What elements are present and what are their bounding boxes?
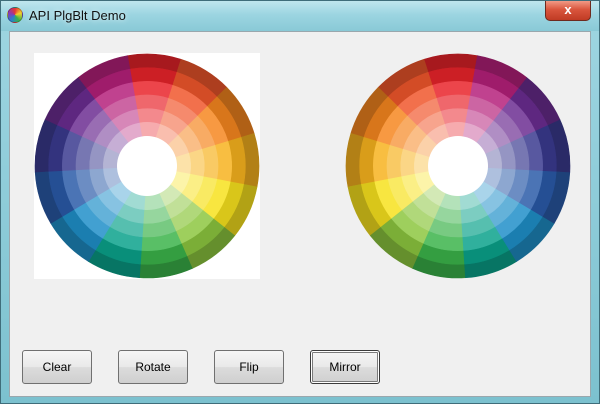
flip-button[interactable]: Flip xyxy=(214,350,284,384)
wheel-center xyxy=(428,136,488,196)
source-picture-box xyxy=(34,53,260,279)
wheel-segment xyxy=(400,148,417,178)
wheel-segment xyxy=(440,108,469,125)
app-window: API PlgBlt Demo x Clear Rotate Flip Mirr… xyxy=(0,0,600,404)
clear-button[interactable]: Clear xyxy=(22,350,92,384)
rotate-button[interactable]: Rotate xyxy=(118,350,188,384)
wheel-segment xyxy=(414,152,430,175)
source-color-wheel xyxy=(34,53,260,279)
window-title: API PlgBlt Demo xyxy=(29,8,126,23)
transformed-color-wheel xyxy=(345,53,571,279)
close-button[interactable]: x xyxy=(545,1,591,21)
wheel-segment xyxy=(175,152,191,175)
wheel-segment xyxy=(136,108,165,125)
color-wheel-icon xyxy=(7,7,23,23)
wheel-segment xyxy=(188,148,205,178)
title-bar[interactable]: API PlgBlt Demo x xyxy=(1,1,599,31)
mirror-button[interactable]: Mirror xyxy=(310,350,380,384)
wheel-center xyxy=(117,136,177,196)
client-area: Clear Rotate Flip Mirror xyxy=(9,31,591,397)
